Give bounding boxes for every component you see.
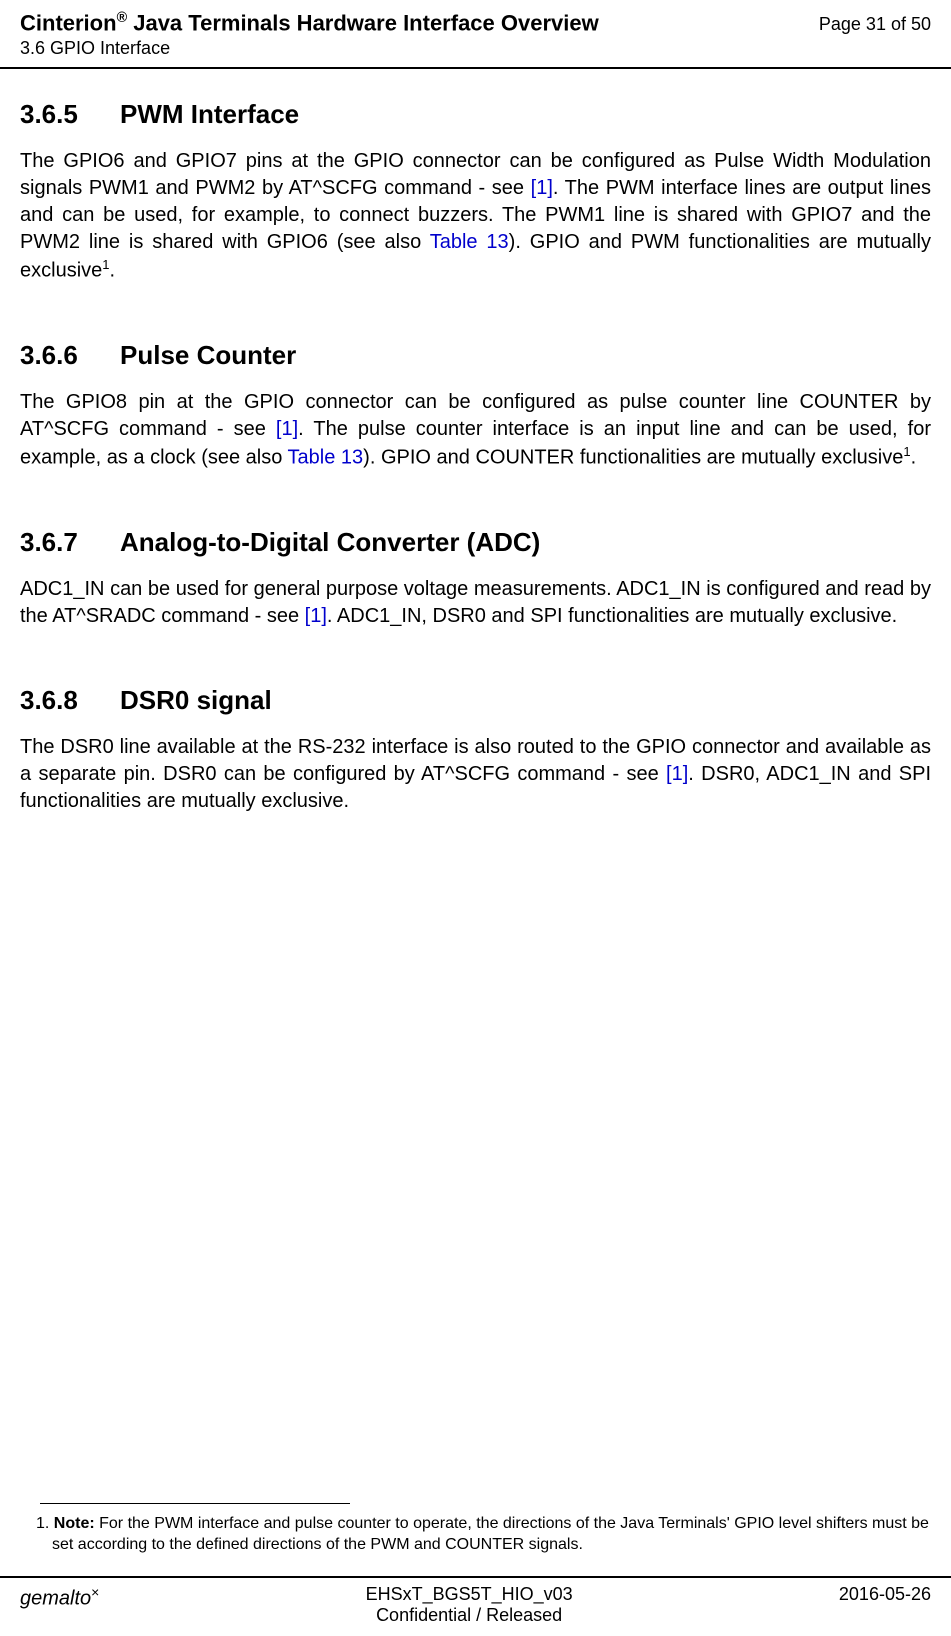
section-dsr0: 3.6.8DSR0 signal The DSR0 line available… xyxy=(20,685,931,815)
reference-link[interactable]: [1] xyxy=(666,763,688,785)
content-area: 3.6.5PWM Interface The GPIO6 and GPIO7 p… xyxy=(0,69,951,814)
section-heading: 3.6.7Analog-to-Digital Converter (ADC) xyxy=(20,527,931,558)
text: ). GPIO and COUNTER functionalities are … xyxy=(363,447,903,469)
section-pwm-interface: 3.6.5PWM Interface The GPIO6 and GPIO7 p… xyxy=(20,99,931,285)
footnote-text: For the PWM interface and pulse counter … xyxy=(52,1515,929,1553)
footnote-ref[interactable]: 1 xyxy=(903,444,910,459)
page-header: Cinterion® Java Terminals Hardware Inter… xyxy=(0,0,951,69)
table-link[interactable]: Table 13 xyxy=(288,447,364,469)
section-body: The GPIO6 and GPIO7 pins at the GPIO con… xyxy=(20,148,931,285)
page-footer: gemalto× EHSxT_BGS5T_HIO_v03 Confidentia… xyxy=(0,1576,951,1626)
confidentiality: Confidential / Released xyxy=(366,1605,573,1626)
section-title: DSR0 signal xyxy=(120,685,272,715)
section-body: The GPIO8 pin at the GPIO connector can … xyxy=(20,389,931,472)
footnote-ref[interactable]: 1 xyxy=(102,257,109,272)
registered-mark: ® xyxy=(117,10,128,26)
footer-date: 2016-05-26 xyxy=(839,1584,931,1605)
section-number: 3.6.7 xyxy=(20,527,120,558)
section-body: The DSR0 line available at the RS-232 in… xyxy=(20,734,931,815)
document-title: Cinterion® Java Terminals Hardware Inter… xyxy=(20,10,599,36)
reference-link[interactable]: [1] xyxy=(305,605,327,627)
title-prefix: Cinterion xyxy=(20,10,117,35)
footnote-rule xyxy=(40,1503,350,1504)
footnote: 1. Note: For the PWM interface and pulse… xyxy=(0,1514,951,1556)
section-pulse-counter: 3.6.6Pulse Counter The GPIO8 pin at the … xyxy=(20,340,931,472)
page-number: Page 31 of 50 xyxy=(819,14,931,35)
text: . xyxy=(110,260,116,282)
section-title: Analog-to-Digital Converter (ADC) xyxy=(120,527,540,557)
footer-row: gemalto× EHSxT_BGS5T_HIO_v03 Confidentia… xyxy=(20,1584,931,1626)
title-suffix: Java Terminals Hardware Interface Overvi… xyxy=(127,10,599,35)
footnote-number: 1. xyxy=(36,1515,54,1532)
text: . xyxy=(911,447,917,469)
reference-link[interactable]: [1] xyxy=(531,177,553,199)
section-title: Pulse Counter xyxy=(120,340,296,370)
reference-link[interactable]: [1] xyxy=(276,418,298,440)
table-link[interactable]: Table 13 xyxy=(430,231,509,253)
gemalto-logo: gemalto× xyxy=(20,1584,99,1611)
section-heading: 3.6.6Pulse Counter xyxy=(20,340,931,371)
section-adc: 3.6.7Analog-to-Digital Converter (ADC) A… xyxy=(20,527,931,630)
section-path: 3.6 GPIO Interface xyxy=(20,38,931,59)
footer-center: EHSxT_BGS5T_HIO_v03 Confidential / Relea… xyxy=(366,1584,573,1626)
section-number: 3.6.5 xyxy=(20,99,120,130)
section-number: 3.6.6 xyxy=(20,340,120,371)
footnote-area: 1. Note: For the PWM interface and pulse… xyxy=(0,1503,951,1556)
text: . ADC1_IN, DSR0 and SPI functionalities … xyxy=(327,605,897,627)
footnote-label: Note: xyxy=(54,1515,95,1532)
section-body: ADC1_IN can be used for general purpose … xyxy=(20,576,931,630)
section-heading: 3.6.8DSR0 signal xyxy=(20,685,931,716)
logo-text: gemalto xyxy=(20,1588,91,1610)
section-heading: 3.6.5PWM Interface xyxy=(20,99,931,130)
header-row: Cinterion® Java Terminals Hardware Inter… xyxy=(20,10,931,36)
logo-mark: × xyxy=(91,1584,99,1600)
document-id: EHSxT_BGS5T_HIO_v03 xyxy=(366,1584,573,1605)
section-number: 3.6.8 xyxy=(20,685,120,716)
section-title: PWM Interface xyxy=(120,99,299,129)
